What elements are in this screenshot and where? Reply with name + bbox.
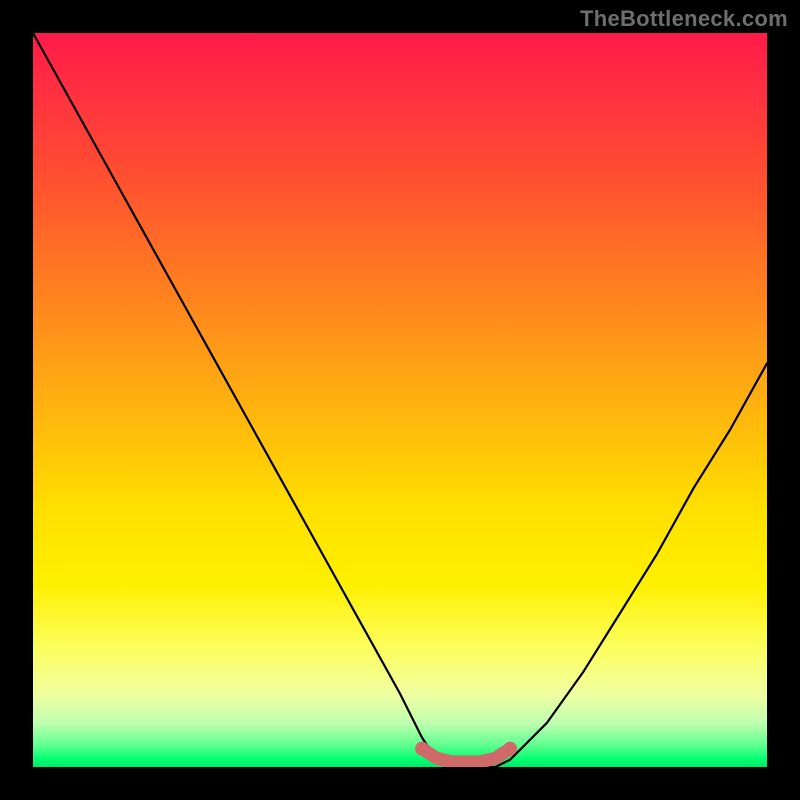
chart-svg [33,33,767,767]
plot-area [33,33,767,767]
bottleneck-curve [33,33,767,767]
chart-frame: TheBottleneck.com [0,0,800,800]
flat-marker [415,742,517,762]
watermark-text: TheBottleneck.com [580,6,788,32]
